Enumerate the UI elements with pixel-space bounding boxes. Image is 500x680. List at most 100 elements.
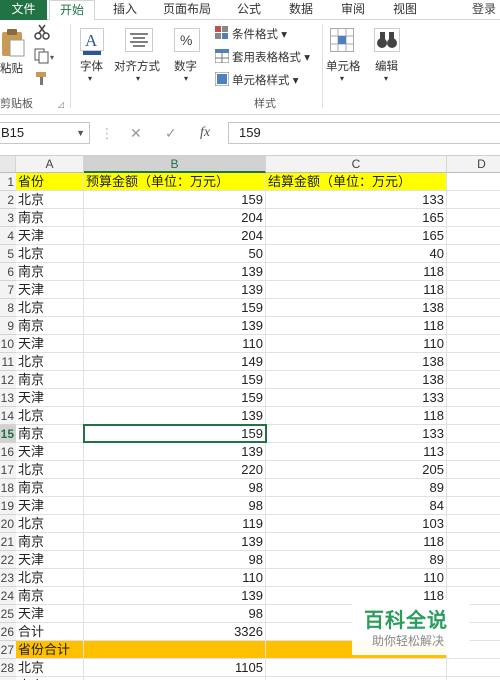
tab-view[interactable]: 视图 (390, 0, 420, 20)
cell-b[interactable]: 159 (84, 191, 266, 209)
cell-a[interactable]: 北京 (16, 461, 84, 479)
row-header[interactable]: 12 (0, 371, 16, 389)
cell-c[interactable]: 113 (266, 443, 447, 461)
align-icon[interactable] (125, 28, 153, 55)
cut-icon[interactable] (34, 24, 50, 43)
cell-a[interactable]: 北京 (16, 245, 84, 263)
cell-style-button[interactable]: 单元格样式 ▾ (232, 72, 298, 88)
row-header[interactable]: 4 (0, 227, 16, 245)
tab-formulas[interactable]: 公式 (234, 0, 264, 20)
column-header-b[interactable]: B (84, 156, 266, 173)
cell-d[interactable] (447, 407, 500, 425)
cell-c[interactable]: 133 (266, 191, 447, 209)
cell-c[interactable]: 205 (266, 461, 447, 479)
cell[interactable] (447, 173, 500, 191)
column-header-c[interactable]: C (266, 156, 447, 173)
cell-b[interactable]: 159 (84, 299, 266, 317)
font-icon[interactable]: A (80, 28, 104, 59)
tab-review[interactable]: 审阅 (338, 0, 368, 20)
cell-a[interactable]: 天津 (16, 497, 84, 515)
cell-a[interactable]: 北京 (16, 569, 84, 587)
cell-c[interactable]: 103 (266, 515, 447, 533)
cancel-icon[interactable]: ✕ (130, 122, 142, 144)
row-header[interactable]: 26 (0, 623, 16, 641)
cell-header-province[interactable]: 省份 (16, 173, 84, 191)
formula-input[interactable]: 159 (228, 122, 500, 144)
cell-c[interactable]: 138 (266, 299, 447, 317)
cell-d[interactable] (447, 389, 500, 407)
cell-b[interactable]: 139 (84, 587, 266, 605)
cell-a[interactable]: 南京 (16, 587, 84, 605)
cell-b[interactable]: 139 (84, 407, 266, 425)
cell-a[interactable]: 天津 (16, 443, 84, 461)
cell-c[interactable]: 118 (266, 281, 447, 299)
cells-dropdown-icon[interactable]: ▾ (340, 74, 344, 83)
cell-a[interactable]: 北京 (16, 191, 84, 209)
cell-d[interactable] (447, 263, 500, 281)
enter-icon[interactable]: ✓ (165, 122, 177, 144)
cell-c[interactable]: 118 (266, 317, 447, 335)
cell-c[interactable]: 165 (266, 227, 447, 245)
number-button[interactable]: 数字 (174, 58, 197, 74)
row-header[interactable]: 24 (0, 587, 16, 605)
paste-icon[interactable] (0, 28, 26, 61)
cell-a[interactable]: 南京 (16, 317, 84, 335)
cell-d[interactable] (447, 551, 500, 569)
paste-button[interactable]: 粘贴 (0, 60, 23, 76)
tab-home[interactable]: 开始 (49, 0, 95, 21)
cell-a[interactable]: 天津 (16, 605, 84, 623)
row-header[interactable]: 6 (0, 263, 16, 281)
cell-d[interactable] (447, 299, 500, 317)
editing-button[interactable]: 编辑 (375, 58, 398, 74)
cell-d[interactable] (447, 317, 500, 335)
chevron-down-icon[interactable]: ▼ (76, 123, 85, 143)
cell-a[interactable]: 南京 (16, 263, 84, 281)
cell-d[interactable] (447, 533, 500, 551)
cell-d[interactable] (447, 227, 500, 245)
font-dropdown-icon[interactable]: ▾ (88, 74, 92, 83)
row-header[interactable]: 14 (0, 407, 16, 425)
row-header[interactable]: 21 (0, 533, 16, 551)
copy-icon[interactable]: ▾ (34, 48, 56, 67)
insert-function-icon[interactable]: fx (200, 122, 210, 144)
column-header-d[interactable]: D (447, 156, 500, 173)
cells-icon[interactable] (330, 28, 354, 55)
cell-c[interactable]: 89 (266, 551, 447, 569)
cell-b[interactable]: 139 (84, 281, 266, 299)
editing-dropdown-icon[interactable]: ▾ (384, 74, 388, 83)
cell-d[interactable] (447, 461, 500, 479)
row-header[interactable]: 9 (0, 317, 16, 335)
row-header[interactable]: 7 (0, 281, 16, 299)
cell-a[interactable]: 天津 (16, 389, 84, 407)
row-header[interactable]: 18 (0, 479, 16, 497)
clipboard-launcher-icon[interactable]: ◿ (58, 100, 64, 109)
cell-header-budget[interactable]: 预算金额（单位：万元） (84, 173, 266, 191)
cell-b[interactable]: 139 (84, 263, 266, 281)
alignment-button[interactable]: 对齐方式 (114, 58, 160, 74)
cell-b[interactable]: 110 (84, 569, 266, 587)
cell-b[interactable]: 50 (84, 245, 266, 263)
cell-b[interactable]: 1105 (84, 659, 266, 677)
cell-c[interactable]: 110 (266, 569, 447, 587)
font-button[interactable]: 字体 (80, 58, 103, 74)
tab-file[interactable]: 文件 (0, 0, 47, 20)
cell-a[interactable]: 北京 (16, 353, 84, 371)
row-header[interactable]: 3 (0, 209, 16, 227)
cell-d[interactable] (447, 191, 500, 209)
cell-c[interactable]: 165 (266, 209, 447, 227)
cell-a[interactable]: 南京 (16, 533, 84, 551)
row-header[interactable]: 25 (0, 605, 16, 623)
row-header[interactable]: 2 (0, 191, 16, 209)
cell-c[interactable]: 133 (266, 425, 447, 443)
row-header[interactable]: 8 (0, 299, 16, 317)
cell-a[interactable]: 南京 (16, 425, 84, 443)
cell-header-settlement[interactable]: 结算金额（单位：万元） (266, 173, 447, 191)
cell-a[interactable]: 天津 (16, 551, 84, 569)
cell-b[interactable]: 98 (84, 497, 266, 515)
name-box[interactable]: B15 ▼ (0, 122, 90, 144)
row-header[interactable]: 22 (0, 551, 16, 569)
cell-b[interactable]: 149 (84, 353, 266, 371)
cell-a[interactable]: 北京 (16, 299, 84, 317)
conditional-format-button[interactable]: 条件格式 ▾ (232, 26, 287, 42)
cell-c[interactable]: 138 (266, 353, 447, 371)
